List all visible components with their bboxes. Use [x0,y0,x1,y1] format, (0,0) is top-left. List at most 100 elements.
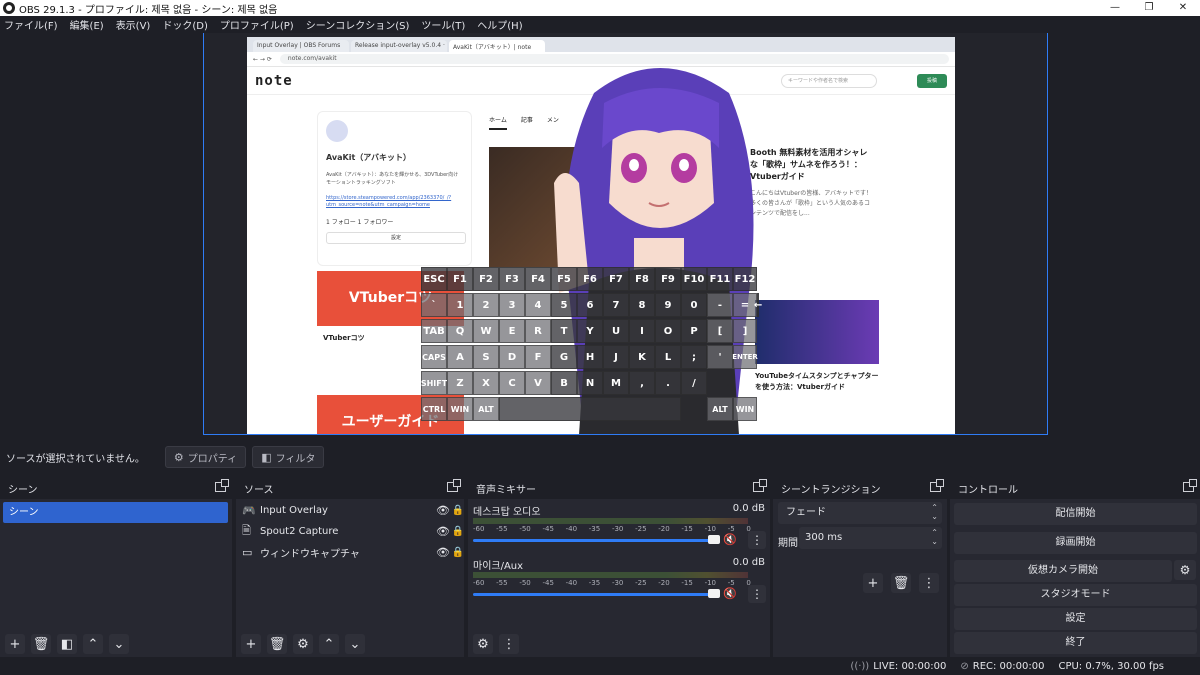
profile-avatar [326,120,348,142]
preview-canvas[interactable]: Input Overlay | OBS Forums Release input… [203,33,1048,435]
menu-edit[interactable]: 編集(E) [70,17,104,32]
studio-mode-button[interactable]: スタジオモード [954,584,1197,606]
transition-menu-button[interactable]: ⋮ [919,573,939,593]
channel-name: 데스크탑 오디오 [473,507,541,518]
muted-speaker-icon[interactable]: 🔇 [723,587,737,600]
move-up-button[interactable]: ⌃ [319,634,339,654]
meter-ticks: -60 -55 -50 -45 -40 -35 -30 -25 -20 -15 -10 -5 0 [473,525,751,533]
key: X [473,371,499,395]
scene-item[interactable]: シーン [3,502,228,523]
remove-source-button[interactable]: 🗑 [267,634,287,654]
add-transition-button[interactable]: + [863,573,883,593]
note-tab: 記事 [520,117,533,124]
volume-slider-handle[interactable] [708,589,720,598]
key: ] [733,319,757,343]
start-virtual-camera-button[interactable]: 仮想カメラ開始 [954,560,1172,582]
profile-name: AvaKit（アバキット） [326,153,411,162]
exit-button[interactable]: 終了 [954,632,1197,654]
nav-arrows-icon: ← → ⟳ [253,55,272,63]
visibility-eye-icon[interactable]: 👁 [436,525,450,538]
key: TAB [421,319,447,343]
muted-speaker-icon[interactable]: 🔇 [723,533,737,546]
lock-icon[interactable]: 🔒 [452,547,464,558]
source-properties-button[interactable]: ⚙ [293,634,313,654]
key: Z [447,371,473,395]
scenes-dock: シーン シーン + 🗑 ◧ ⌃ ⌄ [0,477,232,657]
window-title: OBS 29.1.3 - プロファイル: 제목 없음 - シーン: 제목 없음 [19,4,278,16]
menu-profile[interactable]: プロファイル(P) [220,17,294,32]
meter-ticks: -60 -55 -50 -45 -40 -35 -30 -25 -20 -15 -10 -5 0 [473,579,751,587]
key: [ [707,319,733,343]
virtual-camera-gear-icon[interactable]: ⚙ [1174,560,1196,580]
move-up-button[interactable]: ⌃ [83,634,103,654]
menu-file[interactable]: ファイル(F) [4,17,58,32]
move-down-button[interactable]: ⌄ [109,634,129,654]
key: 9 [655,293,681,317]
remove-scene-button[interactable]: 🗑 [31,634,51,654]
channel-db: 0.0 dB [732,557,765,568]
menu-view[interactable]: 表示(V) [116,17,151,32]
filters-label: フィルタ [275,453,316,465]
lock-icon[interactable]: 🔒 [452,505,464,516]
key: I [629,319,655,343]
menu-help[interactable]: ヘルプ(H) [477,17,522,32]
key: B [551,371,577,395]
key: U [603,319,629,343]
advanced-audio-button[interactable]: ⚙ [473,634,493,654]
maximize-button[interactable]: ❐ [1132,0,1166,16]
source-item-spout2-capture[interactable]: 🗎 Spout2 Capture 👁 🔒 [242,521,464,541]
channel-menu-button[interactable]: ⋮ [748,585,766,603]
undock-icon[interactable] [930,479,944,492]
sources-list: 🎮 Input Overlay 👁 🔒 🗎 Spout2 Capture 👁 🔒… [236,499,464,657]
key: CTRL [421,397,447,421]
remove-transition-button[interactable]: 🗑 [891,573,911,593]
channel-menu-button[interactable]: ⋮ [748,531,766,549]
source-item-input-overlay[interactable]: 🎮 Input Overlay 👁 🔒 [242,500,464,520]
duration-input[interactable]: 300 ms ⌃ ⌄ [799,527,942,549]
transition-type: フェード [786,507,826,518]
minimize-button[interactable]: — [1098,0,1132,16]
tick: -60 [473,525,485,533]
visibility-eye-icon[interactable]: 👁 [436,504,450,517]
add-scene-button[interactable]: + [5,634,25,654]
mixer-menu-button[interactable]: ⋮ [499,634,519,654]
volume-slider-handle[interactable] [708,535,720,544]
key: ALT [473,397,499,421]
tick: -35 [588,525,601,533]
close-button[interactable]: ✕ [1166,0,1200,16]
undock-icon[interactable] [753,479,767,492]
volume-slider-track[interactable] [473,593,713,596]
settings-button[interactable]: 設定 [954,608,1197,630]
channel-name: 마이크/Aux [473,561,524,572]
add-source-button[interactable]: + [241,634,261,654]
key: F [525,345,551,369]
menu-tools[interactable]: ツール(T) [421,17,465,32]
preview-area[interactable]: Input Overlay | OBS Forums Release input… [0,33,1200,440]
profile-follow: 1 フォロー 1 フォロワー [326,219,394,226]
lock-icon[interactable]: 🔒 [452,526,464,537]
source-item-window-capture[interactable]: ▭ ウィンドウキャプチャ 👁 🔒 [242,542,464,562]
undock-icon[interactable] [447,479,461,492]
start-streaming-button[interactable]: 配信開始 [954,503,1197,525]
properties-label: プロパティ [187,453,238,465]
mixer-channel-mic: 마이크/Aux 0.0 dB -60 -55 -50 -45 -40 -35 -30 -25 -… [473,557,766,607]
menu-bar: ファイル(F) 編集(E) 表示(V) ドック(D) プロファイル(P) シーン… [0,16,1200,33]
start-recording-button[interactable]: 録画開始 [954,532,1197,554]
key-backspace: ← [754,293,762,317]
properties-button[interactable]: ⚙ プロパティ [164,446,247,468]
key: P [681,319,707,343]
scene-filters-button[interactable]: ◧ [57,634,77,654]
menu-scene-collection[interactable]: シーンコレクション(S) [306,17,410,32]
transition-type-select[interactable]: フェード ⌃ ⌄ [778,502,942,524]
no-source-selected: ソースが選択されていません。 [6,453,145,465]
key: C [499,371,525,395]
move-down-button[interactable]: ⌄ [345,634,365,654]
key: R [525,319,551,343]
mixer-dock-header: 音声ミキサー [468,477,770,499]
menu-dock[interactable]: ドック(D) [162,17,208,32]
visibility-eye-icon[interactable]: 👁 [436,546,450,559]
filters-button[interactable]: ◧ フィルタ [252,446,325,468]
undock-icon[interactable] [215,479,229,492]
volume-slider-track[interactable] [473,539,713,542]
undock-icon[interactable] [1183,479,1197,492]
